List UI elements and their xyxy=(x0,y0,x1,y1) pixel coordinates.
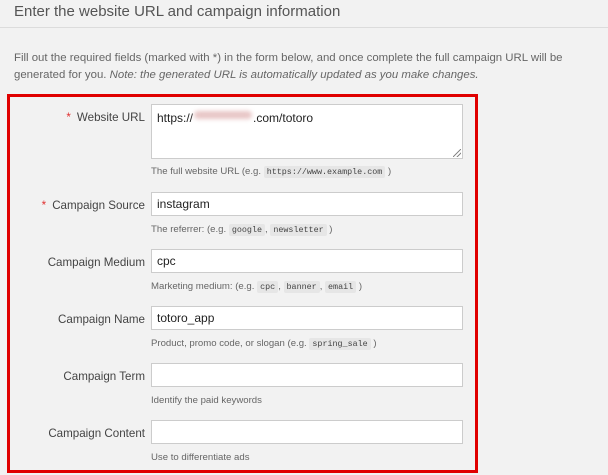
required-marker: * xyxy=(66,111,71,124)
campaign-content-input[interactable] xyxy=(151,420,463,444)
required-marker: * xyxy=(41,199,47,212)
help-text: The referrer: (e.g. xyxy=(151,224,227,235)
help-text: , xyxy=(319,281,323,292)
website-url-prefix: https:// xyxy=(157,111,194,125)
website-url-label-text: Website URL xyxy=(76,111,145,124)
help-code: spring_sale xyxy=(309,338,371,350)
campaign-source-label: * Campaign Source xyxy=(42,199,145,212)
resize-handle[interactable] xyxy=(453,149,461,157)
help-text: ) xyxy=(387,166,392,177)
help-code: newsletter xyxy=(270,224,327,236)
help-code: https://www.example.com xyxy=(263,166,386,178)
help-text: ) xyxy=(329,224,333,235)
campaign-source-help: The referrer: (e.g. google, newsletter ) xyxy=(151,224,333,236)
help-text: Product, promo code, or slogan (e.g. xyxy=(151,338,307,349)
campaign-content-label: Campaign Content xyxy=(48,427,145,440)
website-url-help: The full website URL (e.g. https://www.e… xyxy=(151,166,392,178)
campaign-medium-label: Campaign Medium xyxy=(47,256,145,269)
campaign-medium-help: Marketing medium: (e.g. cpc, banner, ema… xyxy=(151,281,363,293)
divider xyxy=(0,27,608,28)
campaign-source-label-text: Campaign Source xyxy=(52,199,145,212)
website-url-suffix: .com/totoro xyxy=(253,111,314,125)
campaign-term-label: Campaign Term xyxy=(63,370,145,383)
help-text: , xyxy=(265,224,268,235)
help-code: email xyxy=(325,281,357,293)
campaign-medium-input[interactable]: cpc xyxy=(151,249,463,273)
campaign-term-input[interactable] xyxy=(151,363,463,387)
help-code: google xyxy=(228,224,266,236)
help-text: The full website URL (e.g. xyxy=(151,166,262,177)
help-text: ) xyxy=(373,338,377,349)
campaign-name-label: Campaign Name xyxy=(58,313,145,326)
intro-note: Note: the generated URL is automatically… xyxy=(109,69,479,81)
help-text: ) xyxy=(358,281,363,292)
campaign-name-input[interactable]: totoro_app xyxy=(151,306,463,330)
campaign-source-input[interactable]: instagram xyxy=(151,192,463,216)
help-text: , xyxy=(278,281,281,292)
intro-text: Fill out the required fields (marked wit… xyxy=(14,50,604,84)
help-code: cpc xyxy=(257,281,279,293)
campaign-content-help: Use to differentiate ads xyxy=(151,452,250,463)
campaign-source-value: instagram xyxy=(157,197,210,211)
website-url-label: * Website URL xyxy=(66,111,145,124)
redacted-domain xyxy=(194,111,253,119)
campaign-name-value: totoro_app xyxy=(157,311,215,325)
campaign-name-help: Product, promo code, or slogan (e.g. spr… xyxy=(151,338,377,350)
website-url-field[interactable]: https:// .com/totoro xyxy=(151,104,463,159)
help-code: banner xyxy=(283,281,320,293)
help-text: Marketing medium: (e.g. xyxy=(151,281,255,292)
campaign-term-help: Identify the paid keywords xyxy=(151,395,262,406)
section-title: Enter the website URL and campaign infor… xyxy=(14,3,341,20)
campaign-form: * Website URL https:// .com/totoro The ful… xyxy=(7,94,478,473)
campaign-medium-value: cpc xyxy=(157,254,176,268)
